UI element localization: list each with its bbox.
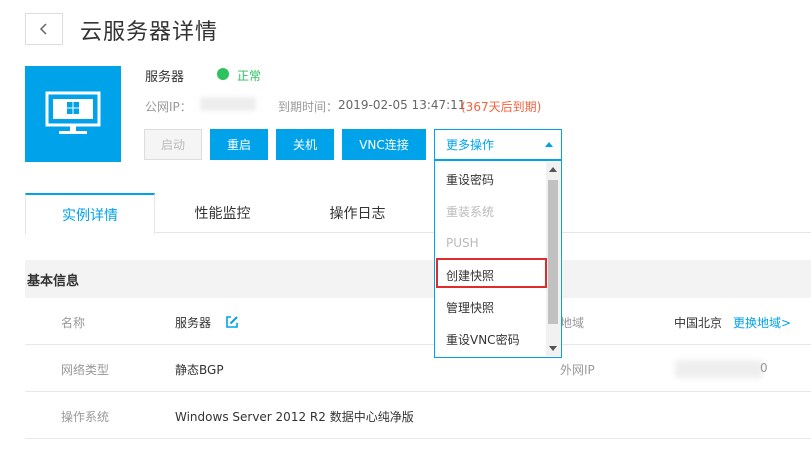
tab-performance-monitor[interactable]: 性能监控 <box>155 193 290 233</box>
public-ip-redacted <box>200 97 256 111</box>
menu-item-reset-password[interactable]: 重设密码 <box>435 163 547 195</box>
os-label: 操作系统 <box>61 410 110 424</box>
more-actions-label: 更多操作 <box>446 138 495 152</box>
section-basic-info: 基本信息 <box>25 260 811 298</box>
chevron-left-icon <box>39 23 47 35</box>
dropdown-scrollbar[interactable] <box>546 162 560 356</box>
external-ip-label: 外网IP <box>560 363 595 377</box>
external-ip-tail: 0 <box>760 361 768 375</box>
scroll-up-arrow-icon[interactable] <box>549 167 557 172</box>
expire-label: 到期时间： <box>278 100 339 114</box>
menu-item-reset-vnc-password[interactable]: 重设VNC密码 <box>435 323 547 355</box>
tab-instance-details[interactable]: 实例详情 <box>25 193 155 234</box>
status-text: 正常 <box>237 69 262 83</box>
menu-item-reinstall-system: 重装系统 <box>446 204 495 219</box>
shutdown-button[interactable]: 关机 <box>276 129 334 160</box>
server-name: 服务器 <box>145 70 185 85</box>
info-row: 网络类型 静态BGP 外网IP 0 <box>25 346 811 392</box>
monitor-windows-icon <box>45 91 101 134</box>
info-row: 操作系统 Windows Server 2012 R2 数据中心纯净版 <box>25 393 811 439</box>
menu-item-manage-snapshot[interactable]: 管理快照 <box>435 291 547 323</box>
change-region-link[interactable]: 更换地域> <box>733 314 791 331</box>
caret-up-icon <box>545 142 553 147</box>
name-label: 名称 <box>61 316 86 330</box>
expire-remaining: (367天后到期) <box>461 100 542 114</box>
back-button[interactable] <box>25 13 63 45</box>
server-avatar <box>25 66 121 162</box>
region-value: 中国北京 <box>674 316 723 330</box>
expire-value: 2019-02-05 13:47:11 <box>338 98 466 112</box>
network-type-label: 网络类型 <box>61 363 110 377</box>
info-row: 名称 服务器 地域 中国北京 更换地域> <box>25 299 811 345</box>
restart-button[interactable]: 重启 <box>210 129 268 160</box>
network-type-value: 静态BGP <box>175 363 224 377</box>
tab-operation-log[interactable]: 操作日志 <box>290 193 425 233</box>
more-actions-select[interactable]: 更多操作 <box>434 129 562 160</box>
scrollbar-thumb[interactable] <box>548 180 558 324</box>
name-value: 服务器 <box>175 316 212 330</box>
page-title: 云服务器详情 <box>80 20 219 45</box>
start-button[interactable]: 启动 <box>144 129 202 160</box>
public-ip-label: 公网IP： <box>145 100 192 114</box>
scroll-down-arrow-icon[interactable] <box>549 346 557 351</box>
tabs-bar: 实例详情 性能监控 操作日志 <box>25 193 811 234</box>
region-label: 地域 <box>560 316 585 330</box>
external-ip-redacted <box>675 360 763 378</box>
vnc-connect-button[interactable]: VNC连接 <box>342 129 426 160</box>
page: 云服务器详情 服务器 正常 公网IP： 到期时间： 2019-02-05 13:… <box>0 0 811 450</box>
os-value: Windows Server 2012 R2 数据中心纯净版 <box>175 410 414 424</box>
status-dot-icon <box>217 68 229 80</box>
edit-icon[interactable] <box>225 315 239 329</box>
highlight-box <box>436 258 547 288</box>
menu-item-push: PUSH <box>446 236 479 250</box>
